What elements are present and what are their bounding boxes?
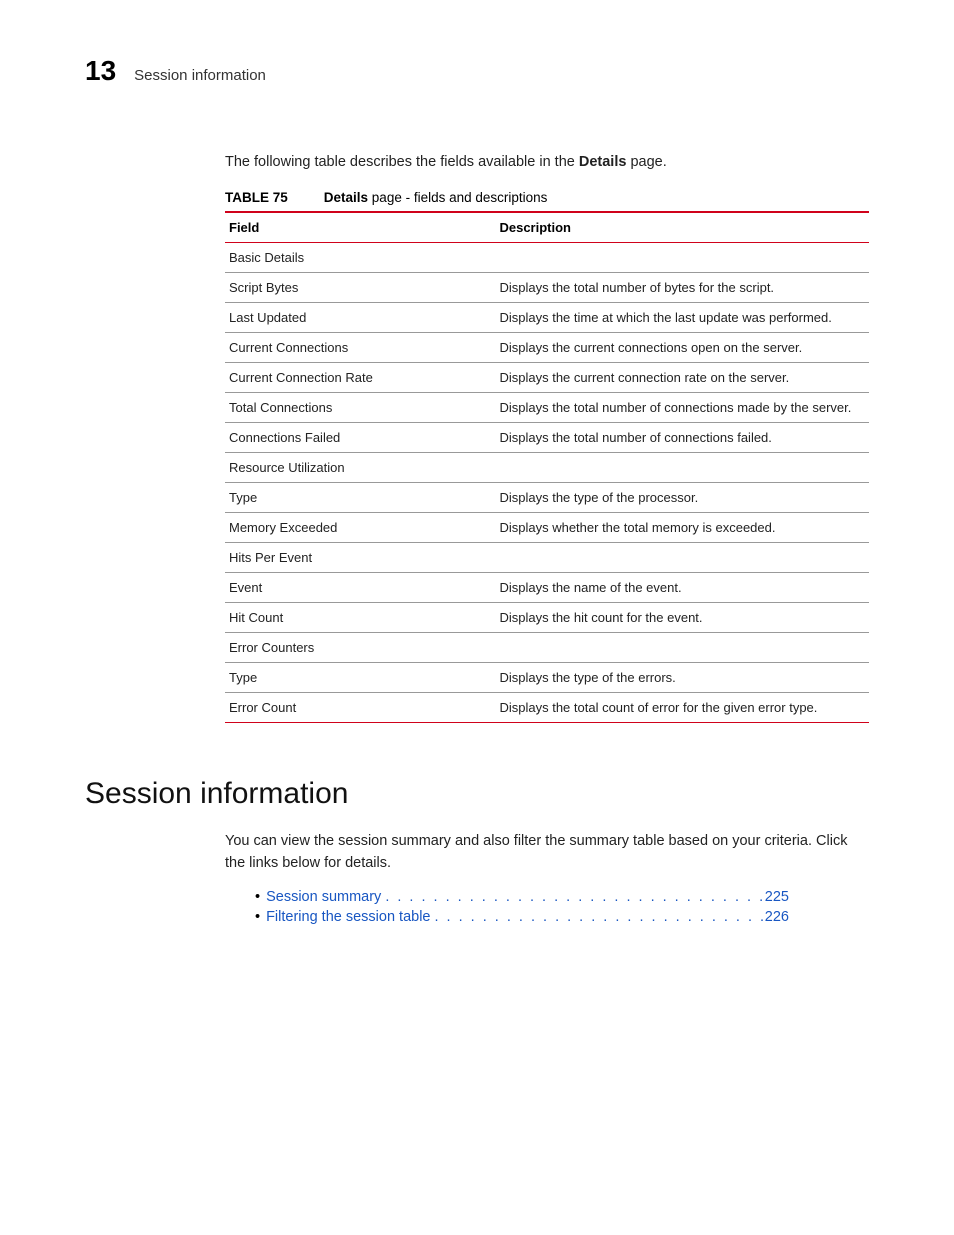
table-row: Error CountDisplays the total count of e…	[225, 693, 869, 723]
details-table: Field Description Basic DetailsScript By…	[225, 211, 869, 723]
toc-list: • Session summary . . . . . . . . . . . .…	[255, 889, 869, 925]
toc-link[interactable]: Session summary	[266, 889, 381, 905]
cell-description: Displays the type of the errors.	[495, 663, 869, 693]
cell-description: Displays the total number of connections…	[495, 393, 869, 423]
cell-field: Current Connections	[225, 333, 495, 363]
toc-link[interactable]: Filtering the session table	[266, 909, 430, 925]
cell-field: Total Connections	[225, 393, 495, 423]
cell-description	[495, 543, 869, 573]
cell-description: Displays the current connection rate on …	[495, 363, 869, 393]
cell-field: Current Connection Rate	[225, 363, 495, 393]
table-row: Basic Details	[225, 243, 869, 273]
table-row: Last UpdatedDisplays the time at which t…	[225, 303, 869, 333]
col-header-field: Field	[225, 213, 495, 242]
cell-description	[495, 453, 869, 483]
toc-item: • Session summary . . . . . . . . . . . .…	[255, 889, 869, 905]
table-row: Memory ExceededDisplays whether the tota…	[225, 513, 869, 543]
bullet-icon: •	[255, 909, 260, 925]
intro-suffix: page.	[626, 154, 666, 170]
cell-description	[495, 243, 869, 273]
cell-description: Displays the total count of error for th…	[495, 693, 869, 723]
table-caption: TABLE 75 Details page - fields and descr…	[225, 190, 869, 205]
chapter-number: 13	[85, 55, 116, 87]
cell-field: Error Counters	[225, 633, 495, 663]
table-row: Script BytesDisplays the total number of…	[225, 273, 869, 303]
table-row: EventDisplays the name of the event.	[225, 573, 869, 603]
cell-field: Memory Exceeded	[225, 513, 495, 543]
cell-field: Type	[225, 483, 495, 513]
col-header-description: Description	[495, 213, 869, 242]
table-row: Total ConnectionsDisplays the total numb…	[225, 393, 869, 423]
intro-paragraph: The following table describes the fields…	[225, 152, 869, 172]
bullet-icon: •	[255, 889, 260, 905]
cell-field: Basic Details	[225, 243, 495, 273]
toc-dots: . . . . . . . . . . . . . . . . . . . . …	[381, 889, 764, 905]
cell-description: Displays the total number of connections…	[495, 423, 869, 453]
cell-field: Resource Utilization	[225, 453, 495, 483]
intro-bold: Details	[579, 154, 627, 170]
table-row: Hits Per Event	[225, 543, 869, 573]
cell-description: Displays the name of the event.	[495, 573, 869, 603]
intro-prefix: The following table describes the fields…	[225, 154, 579, 170]
cell-field: Type	[225, 663, 495, 693]
cell-description: Displays whether the total memory is exc…	[495, 513, 869, 543]
cell-field: Hits Per Event	[225, 543, 495, 573]
cell-field: Hit Count	[225, 603, 495, 633]
cell-description: Displays the current connections open on…	[495, 333, 869, 363]
table-title: Details page - fields and descriptions	[324, 190, 548, 205]
cell-field: Error Count	[225, 693, 495, 723]
table-row: Current Connection RateDisplays the curr…	[225, 363, 869, 393]
cell-field: Last Updated	[225, 303, 495, 333]
section-heading: Session information	[85, 777, 869, 811]
cell-description	[495, 633, 869, 663]
table-row: Error Counters	[225, 633, 869, 663]
cell-field: Script Bytes	[225, 273, 495, 303]
toc-page[interactable]: 226	[765, 909, 789, 925]
header-title: Session information	[134, 67, 266, 84]
cell-description: Displays the hit count for the event.	[495, 603, 869, 633]
table-header-row: Field Description	[225, 213, 869, 242]
table-row: Hit CountDisplays the hit count for the …	[225, 603, 869, 633]
cell-description: Displays the type of the processor.	[495, 483, 869, 513]
page-header: 13 Session information	[85, 55, 869, 87]
table-bottom-rule	[225, 722, 869, 723]
table-row: TypeDisplays the type of the errors.	[225, 663, 869, 693]
toc-item: • Filtering the session table . . . . . .…	[255, 909, 869, 925]
table-row: Connections FailedDisplays the total num…	[225, 423, 869, 453]
cell-description: Displays the total number of bytes for t…	[495, 273, 869, 303]
table-row: Current ConnectionsDisplays the current …	[225, 333, 869, 363]
table-row: Resource Utilization	[225, 453, 869, 483]
cell-field: Connections Failed	[225, 423, 495, 453]
cell-description: Displays the time at which the last upda…	[495, 303, 869, 333]
toc-page[interactable]: 225	[765, 889, 789, 905]
table-number: TABLE 75	[225, 190, 288, 205]
table-row: TypeDisplays the type of the processor.	[225, 483, 869, 513]
cell-field: Event	[225, 573, 495, 603]
toc-dots: . . . . . . . . . . . . . . . . . . . . …	[431, 909, 765, 925]
section-description: You can view the session summary and als…	[225, 831, 869, 875]
